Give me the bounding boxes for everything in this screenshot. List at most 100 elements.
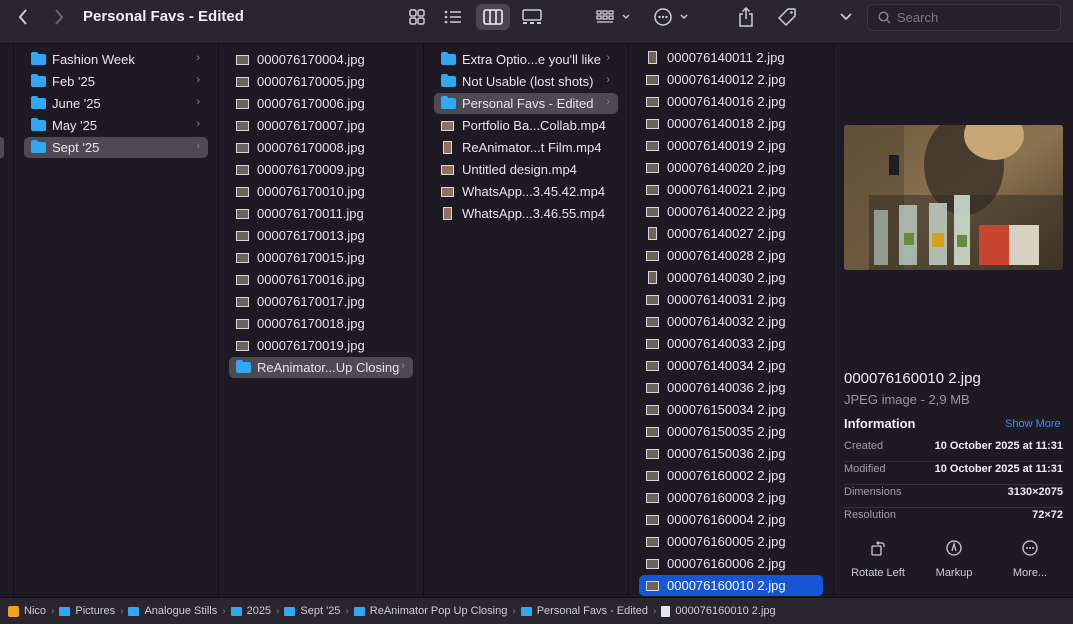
list-item[interactable]: Extra Optio...e you'll like › xyxy=(434,49,618,70)
list-item-selected[interactable]: Sept '25 › xyxy=(24,137,208,158)
list-item-selected[interactable]: Personal Favs - Edited › xyxy=(434,93,618,114)
breadcrumb-item[interactable]: Pictures xyxy=(59,605,115,617)
item-label: 000076170018.jpg xyxy=(257,316,365,331)
list-item[interactable]: 000076170016.jpg xyxy=(229,269,413,290)
tag-icon[interactable] xyxy=(775,6,799,28)
crumb-label: Pictures xyxy=(75,605,116,617)
list-item[interactable]: 000076150036 2.jpg xyxy=(639,443,823,464)
item-label: 000076140033 2.jpg xyxy=(667,336,786,351)
item-label: Fashion Week xyxy=(52,52,135,67)
list-item[interactable]: 000076170009.jpg xyxy=(229,159,413,180)
list-item[interactable]: 000076170006.jpg xyxy=(229,93,413,114)
list-item-selected[interactable]: ReAnimator...Up Closing › xyxy=(229,357,413,378)
image-thumbnail-icon xyxy=(646,448,659,459)
list-item[interactable]: 000076150035 2.jpg xyxy=(639,421,823,442)
list-item[interactable]: May '25 › xyxy=(24,115,208,136)
list-item[interactable]: Feb '25 › xyxy=(24,71,208,92)
markup-button[interactable]: Markup xyxy=(914,540,994,579)
list-item[interactable]: 000076160003 2.jpg xyxy=(639,487,823,508)
list-item[interactable]: 000076140033 2.jpg xyxy=(639,333,823,354)
breadcrumb-item[interactable]: Personal Favs - Edited xyxy=(520,605,648,617)
list-item[interactable]: 000076160005 2.jpg xyxy=(639,531,823,552)
group-icon[interactable] xyxy=(593,7,633,27)
share-icon[interactable] xyxy=(736,5,756,29)
back-icon[interactable] xyxy=(14,8,32,26)
breadcrumb-item[interactable]: 000076160010 2.jpg xyxy=(661,605,776,617)
list-item[interactable]: 000076170010.jpg xyxy=(229,181,413,202)
list-item[interactable]: 000076140020 2.jpg xyxy=(639,157,823,178)
item-label: 000076160006 2.jpg xyxy=(667,556,786,571)
list-item[interactable]: 000076140031 2.jpg xyxy=(639,289,823,310)
forward-icon[interactable] xyxy=(50,8,68,26)
list-item[interactable]: 000076170015.jpg xyxy=(229,247,413,268)
list-item[interactable]: 000076160002 2.jpg xyxy=(639,465,823,486)
crumb-label: Personal Favs - Edited xyxy=(536,605,648,617)
list-item[interactable]: 000076170011.jpg xyxy=(229,203,413,224)
list-item[interactable]: Untitled design.mp4 xyxy=(434,159,618,180)
list-item-selected[interactable]: 000076160010 2.jpg xyxy=(639,575,823,596)
item-label: 000076170007.jpg xyxy=(257,118,365,133)
more-button[interactable]: More... xyxy=(990,540,1070,579)
show-more-link[interactable]: Show More xyxy=(1005,418,1061,430)
list-item[interactable]: 000076140036 2.jpg xyxy=(639,377,823,398)
image-thumbnail-icon xyxy=(236,142,249,153)
gallery-view-icon[interactable] xyxy=(520,7,544,27)
path-bar: Nico › Pictures › Analogue Stills › 2025… xyxy=(0,597,1073,624)
list-item[interactable]: 000076140016 2.jpg xyxy=(639,91,823,112)
list-item[interactable]: 000076170004.jpg xyxy=(229,49,413,70)
list-item[interactable]: WhatsApp...3.46.55.mp4 xyxy=(434,203,618,224)
list-item[interactable]: 000076140019 2.jpg xyxy=(639,135,823,156)
list-item[interactable]: 000076170007.jpg xyxy=(229,115,413,136)
list-item[interactable]: 000076140027 2.jpg xyxy=(639,223,823,244)
sidebar-edge xyxy=(0,44,14,597)
chevron-right-icon: › xyxy=(652,605,657,617)
list-item[interactable]: 000076140028 2.jpg xyxy=(639,245,823,266)
list-item[interactable]: 000076140030 2.jpg xyxy=(639,267,823,288)
search-input[interactable]: Search xyxy=(867,4,1061,31)
list-item[interactable]: 000076170005.jpg xyxy=(229,71,413,92)
item-label: 000076140032 2.jpg xyxy=(667,314,786,329)
list-item[interactable]: Fashion Week › xyxy=(24,49,208,70)
list-item[interactable]: 000076150034 2.jpg xyxy=(639,399,823,420)
item-label: 000076170005.jpg xyxy=(257,74,365,89)
list-view-icon[interactable] xyxy=(441,7,465,27)
image-thumbnail-icon xyxy=(236,186,249,197)
breadcrumb-item[interactable]: Nico xyxy=(8,605,46,617)
list-item[interactable]: 000076170008.jpg xyxy=(229,137,413,158)
list-item[interactable]: WhatsApp...3.45.42.mp4 xyxy=(434,181,618,202)
list-item[interactable]: 000076140032 2.jpg xyxy=(639,311,823,332)
breadcrumb-item[interactable]: Sept '25 xyxy=(284,605,340,617)
list-item[interactable]: 000076170019.jpg xyxy=(229,335,413,356)
list-item[interactable]: 000076170013.jpg xyxy=(229,225,413,246)
list-item[interactable]: Portfolio Ba...Collab.mp4 xyxy=(434,115,618,136)
breadcrumb-item[interactable]: Analogue Stills xyxy=(128,605,217,617)
list-item[interactable]: 000076140018 2.jpg xyxy=(639,113,823,134)
list-item[interactable]: 000076170018.jpg xyxy=(229,313,413,334)
icon-view-icon[interactable] xyxy=(406,7,428,27)
list-item[interactable]: 000076160004 2.jpg xyxy=(639,509,823,530)
item-label: 000076160003 2.jpg xyxy=(667,490,786,505)
video-thumbnail-icon xyxy=(441,164,454,175)
image-thumbnail-icon xyxy=(646,404,659,415)
action-icon[interactable] xyxy=(652,6,692,28)
column-4: 000076140011 2.jpg 000076140012 2.jpg 00… xyxy=(629,44,834,597)
column-view-icon[interactable] xyxy=(476,4,510,30)
breadcrumb-item[interactable]: 2025 xyxy=(230,605,271,617)
list-item[interactable]: 000076170017.jpg xyxy=(229,291,413,312)
breadcrumb-item[interactable]: ReAnimator Pop Up Closing xyxy=(353,605,507,617)
list-item[interactable]: 000076140021 2.jpg xyxy=(639,179,823,200)
list-item[interactable]: 000076140034 2.jpg xyxy=(639,355,823,376)
list-item[interactable]: 000076140022 2.jpg xyxy=(639,201,823,222)
rotate-left-button[interactable]: Rotate Left xyxy=(838,540,918,579)
item-label: 000076150034 2.jpg xyxy=(667,402,786,417)
list-item[interactable]: ReAnimator...t Film.mp4 xyxy=(434,137,618,158)
item-label: 000076170006.jpg xyxy=(257,96,365,111)
list-item[interactable]: June '25 › xyxy=(24,93,208,114)
list-item[interactable]: Not Usable (lost shots) › xyxy=(434,71,618,92)
list-item[interactable]: 000076160006 2.jpg xyxy=(639,553,823,574)
list-item[interactable]: 000076140011 2.jpg xyxy=(639,47,823,68)
item-label: WhatsApp...3.45.42.mp4 xyxy=(462,184,606,199)
chevron-right-icon: › xyxy=(51,605,55,617)
more-chevron-icon[interactable] xyxy=(838,9,854,25)
list-item[interactable]: 000076140012 2.jpg xyxy=(639,69,823,90)
